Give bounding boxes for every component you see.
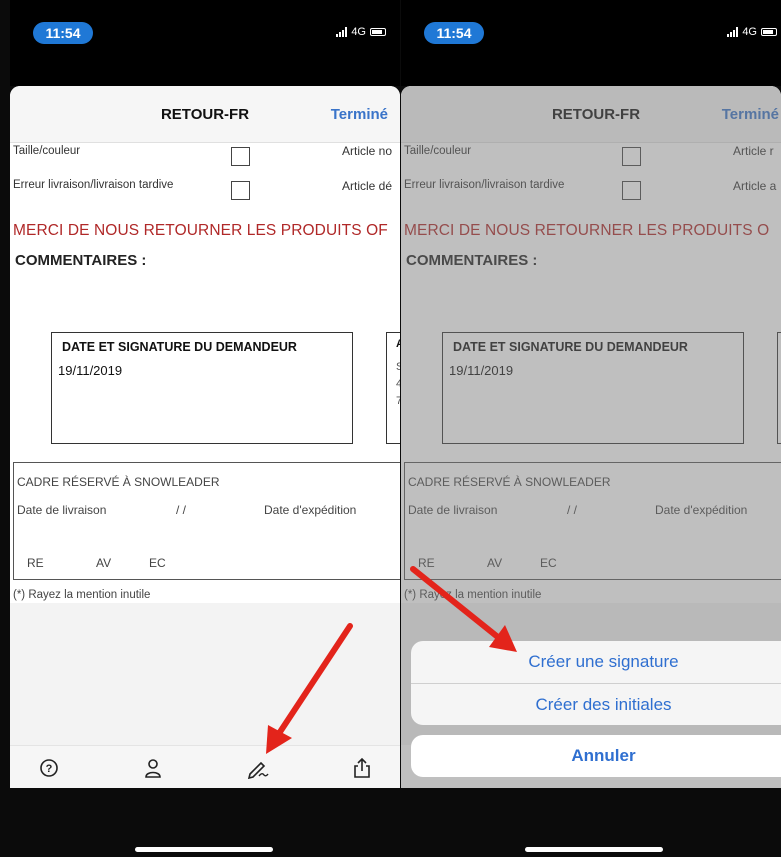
person-icon[interactable] — [142, 757, 164, 779]
signal-bars-icon — [336, 27, 348, 37]
status-time: 11:54 — [424, 22, 484, 44]
signature-box[interactable]: DATE ET SIGNATURE DU DEMANDEUR 19/11/201… — [51, 332, 353, 444]
row-taille-label: Taille/couleur — [404, 145, 472, 157]
ec-label: EC — [540, 556, 557, 570]
status-time: 11:54 — [33, 22, 93, 44]
signature-date: 19/11/2019 — [58, 363, 123, 378]
av-label: AV — [96, 556, 112, 570]
adjacent-box-char: 7 — [396, 395, 400, 407]
document-content[interactable]: Taille/couleur Article no Erreur livrais… — [10, 143, 400, 603]
signature-box-title: DATE ET SIGNATURE DU DEMANDEUR — [453, 340, 688, 354]
checkbox-taille[interactable] — [231, 147, 250, 166]
date-livraison-label: Date de livraison — [408, 503, 498, 517]
date-livraison-label: Date de livraison — [17, 503, 107, 517]
cadre-title: CADRE RÉSERVÉ À SNOWLEADER — [17, 475, 220, 489]
checkbox-erreur — [622, 181, 641, 200]
date-slashes: / / — [176, 503, 187, 517]
article-label-2: Article a — [733, 179, 777, 193]
done-button[interactable]: Terminé — [331, 106, 388, 123]
return-notice: MERCI DE NOUS RETOURNER LES PRODUITS OF — [13, 222, 388, 239]
create-initials-button[interactable]: Créer des initiales — [411, 683, 781, 725]
bottom-toolbar: ? — [10, 745, 400, 788]
signature-box-title: DATE ET SIGNATURE DU DEMANDEUR — [62, 340, 297, 354]
signal-bars-icon — [727, 27, 739, 37]
signal-indicator: 4G — [336, 26, 386, 38]
adjacent-box-char: S — [396, 361, 400, 373]
re-label: RE — [418, 556, 435, 570]
adjacent-box: A S 4 7 — [386, 332, 400, 444]
checkbox-erreur[interactable] — [231, 181, 250, 200]
rayez-note: (*) Rayez la mention inutile — [404, 589, 542, 601]
svg-text:?: ? — [46, 763, 53, 775]
battery-icon — [370, 28, 386, 36]
status-bar: 11:54 4G — [10, 0, 400, 86]
signature-date: 19/11/2019 — [449, 363, 514, 378]
right-phone-screen: 11:54 4G RETOUR-FR Terminé Taille/couleu… — [401, 0, 781, 857]
signature-pen-icon[interactable] — [247, 757, 269, 780]
signature-box: DATE ET SIGNATURE DU DEMANDEUR 19/11/201… — [442, 332, 744, 444]
share-icon[interactable] — [351, 757, 373, 779]
article-label-1: Article r — [733, 144, 774, 158]
date-slashes: / / — [567, 503, 578, 517]
rayez-note: (*) Rayez la mention inutile — [13, 589, 151, 601]
checkbox-taille — [622, 147, 641, 166]
nav-bar: RETOUR-FR Terminé — [10, 86, 400, 143]
article-label-1: Article no — [342, 144, 393, 158]
ec-label: EC — [149, 556, 166, 570]
action-sheet: Créer une signature Créer des initiales — [411, 641, 781, 725]
document-content: Taille/couleur Article r Erreur livraiso… — [401, 143, 781, 603]
nav-bar: RETOUR-FR Terminé — [401, 86, 781, 143]
signal-indicator: 4G — [727, 26, 777, 38]
adjacent-box-char: 4 — [396, 378, 400, 390]
return-notice: MERCI DE NOUS RETOURNER LES PRODUITS O — [404, 222, 770, 239]
document-sheet: RETOUR-FR Terminé Taille/couleur Article… — [401, 86, 781, 788]
network-label: 4G — [351, 26, 366, 38]
done-button[interactable]: Terminé — [722, 106, 779, 123]
snowleader-reserved-box: CADRE RÉSERVÉ À SNOWLEADER Date de livra… — [404, 462, 781, 580]
empty-area — [10, 603, 400, 745]
left-phone-screen: 11:54 4G RETOUR-FR Terminé Taille/couleu… — [10, 0, 400, 857]
cadre-title: CADRE RÉSERVÉ À SNOWLEADER — [408, 475, 611, 489]
home-indicator[interactable] — [135, 847, 273, 852]
adjacent-box — [777, 332, 781, 444]
home-indicator[interactable] — [525, 847, 663, 852]
date-expedition-label: Date d'expédition — [264, 503, 357, 517]
cancel-button[interactable]: Annuler — [411, 735, 781, 777]
re-label: RE — [27, 556, 44, 570]
row-erreur-label: Erreur livraison/livraison tardive — [404, 179, 565, 191]
network-label: 4G — [742, 26, 757, 38]
status-bar: 11:54 4G — [401, 0, 781, 86]
comments-heading: COMMENTAIRES : — [15, 252, 147, 269]
battery-icon — [761, 28, 777, 36]
document-sheet: RETOUR-FR Terminé Taille/couleur Article… — [10, 86, 400, 788]
adjacent-box-char: A — [396, 338, 400, 350]
av-label: AV — [487, 556, 503, 570]
help-icon[interactable]: ? — [38, 757, 60, 779]
article-label-2: Article dé — [342, 179, 393, 193]
date-expedition-label: Date d'expédition — [655, 503, 748, 517]
snowleader-reserved-box: CADRE RÉSERVÉ À SNOWLEADER Date de livra… — [13, 462, 400, 580]
comments-heading: COMMENTAIRES : — [406, 252, 538, 269]
create-signature-button[interactable]: Créer une signature — [411, 641, 781, 683]
